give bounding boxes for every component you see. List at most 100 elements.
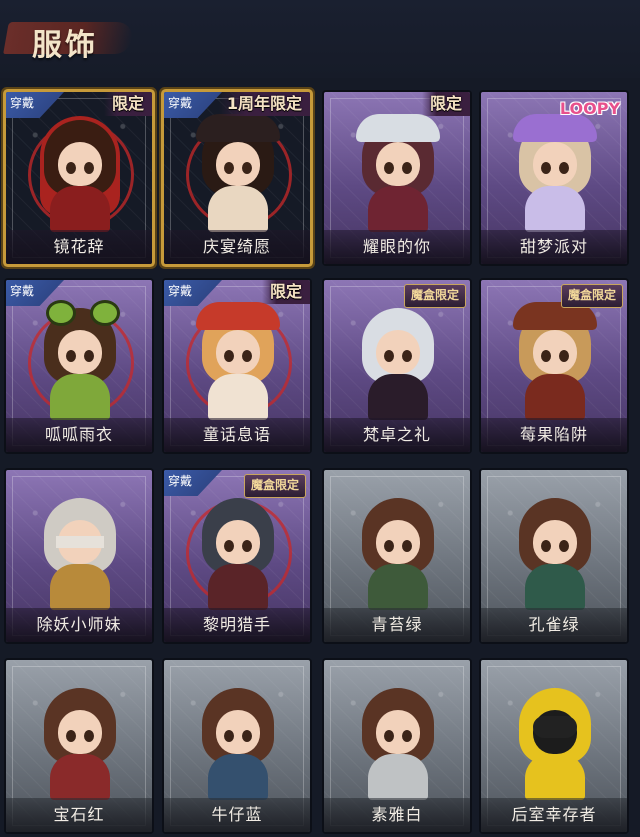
costume-name: 童话息语 [164,418,310,452]
outfit-shape [208,186,268,232]
costume-name: 除妖小师妹 [6,608,152,642]
face-shape [216,520,260,564]
face-shape [376,520,420,564]
costume-name: 后室幸存者 [481,798,627,832]
eye-shape [384,540,394,552]
base-blue-portrait [202,688,274,800]
berry-girl-portrait [513,302,597,420]
costume-name: 莓果陷阱 [481,418,627,452]
eye-shape [224,350,234,362]
eye-shape [559,540,569,552]
costume-card[interactable]: 宝石红 [6,660,152,832]
face-shape [58,142,102,186]
costume-card[interactable]: 青苔绿 [324,470,470,642]
red-hood-girl-portrait [40,116,120,232]
costume-card[interactable]: 除妖小师妹 [6,470,152,642]
eye-shape [541,162,551,174]
costume-card[interactable]: 魔盒限定 莓果陷阱 [481,280,627,452]
costume-name: 呱呱雨衣 [6,418,152,452]
hat-shape [196,114,280,142]
hat-shape [356,114,440,142]
eye-shape [402,350,412,362]
limited-badge: 魔盒限定 [243,474,306,498]
costume-card[interactable]: 牛仔蓝 [164,660,310,832]
costume-card[interactable]: 孔雀绿 [481,470,627,642]
base-teal-portrait [519,498,591,610]
costume-card[interactable]: 穿戴 1周年限定 庆宴绮愿 [164,92,310,264]
eye-shape [224,730,234,742]
cowboy-hat-girl-portrait [356,114,440,232]
costume-name: 青苔绿 [324,608,470,642]
eye-shape [224,540,234,552]
costume-card[interactable]: 穿戴 呱呱雨衣 [6,280,152,452]
base-white-portrait [362,688,434,800]
fairy-girl-portrait [196,302,280,420]
hunter-boy-portrait [202,498,274,610]
eye-shape [242,162,252,174]
outfit-shape [368,564,428,610]
outfit-shape [368,754,428,800]
frog-eye-shape [46,300,76,326]
gas-mask-shape [533,716,577,738]
eye-shape [66,350,76,362]
base-red-portrait [44,688,116,800]
costume-name: 素雅白 [324,798,470,832]
face-shape [58,710,102,754]
eye-shape [224,162,234,174]
costume-name: 孔雀绿 [481,608,627,642]
eye-shape [384,162,394,174]
eye-shape [242,540,252,552]
blindfold-girl-portrait [44,498,116,610]
eye-shape [402,540,412,552]
costume-card[interactable]: 穿戴 限定 镜花辞 [6,92,152,264]
costume-card[interactable]: LOOPY 甜梦派对 [481,92,627,264]
costume-card[interactable]: 魔盒限定 梵卓之礼 [324,280,470,452]
page-title: 服饰 [32,28,98,63]
eye-shape [66,730,76,742]
cake-girl-portrait [196,114,280,232]
eye-shape [84,162,94,174]
costume-name: 耀眼的你 [324,230,470,264]
limited-badge: 1周年限定 [218,92,310,116]
eye-shape [384,350,394,362]
outfit-shape [368,374,428,420]
face-shape [533,142,577,186]
costume-name: 甜梦派对 [481,230,627,264]
costume-name: 黎明猎手 [164,608,310,642]
outfit-shape [50,754,110,800]
eye-shape [66,162,76,174]
blindfold-shape [56,536,104,548]
face-shape [376,330,420,374]
face-shape [216,710,260,754]
face-shape [533,520,577,564]
costume-name: 庆宴绮愿 [164,230,310,264]
eye-shape [84,730,94,742]
costume-card[interactable]: 素雅白 [324,660,470,832]
vampire-boy-portrait [362,308,434,420]
costume-name: 镜花辞 [6,230,152,264]
outfit-shape [50,564,110,610]
limited-badge: 限定 [103,92,152,116]
outfit-shape [525,564,585,610]
title-banner: 服饰 [3,14,135,63]
outfit-shape [525,186,585,232]
outfit-shape [368,186,428,232]
yellow-hazmat-portrait [519,688,591,800]
costume-card[interactable]: 穿戴 限定 童话息语 [164,280,310,452]
eye-shape [84,350,94,362]
frog-girl-portrait [44,300,120,420]
costume-card[interactable]: 后室幸存者 [481,660,627,832]
outfit-shape [525,754,585,800]
costume-card[interactable]: 限定耀眼的你 [324,92,470,264]
eye-shape [242,350,252,362]
eye-shape [559,162,569,174]
limited-badge: 魔盒限定 [403,284,466,308]
base-green-portrait [362,498,434,610]
limited-badge: 限定 [421,92,470,116]
costume-card[interactable]: 穿戴 魔盒限定 黎明猎手 [164,470,310,642]
eye-shape [242,730,252,742]
face-shape [216,142,260,186]
eye-shape [559,350,569,362]
face-shape [58,330,102,374]
outfit-shape [208,754,268,800]
